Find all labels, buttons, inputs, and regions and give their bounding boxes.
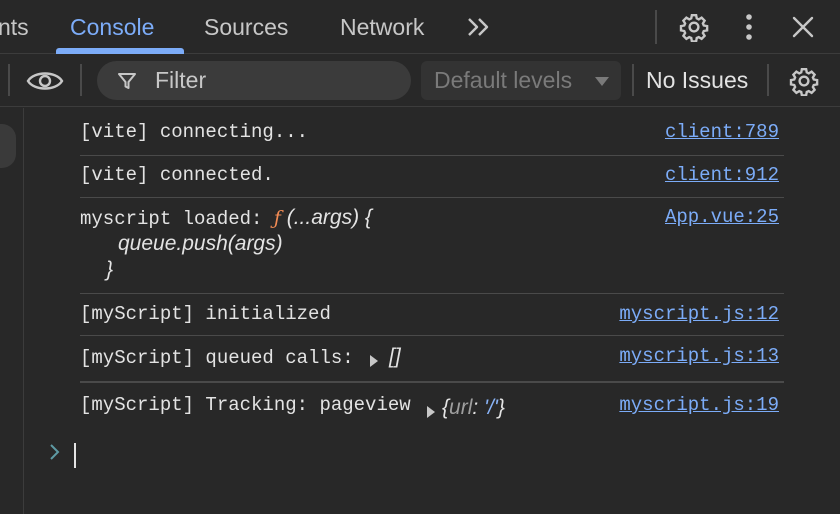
message-source-link[interactable]: client:789 <box>665 121 779 143</box>
console-message: [myScript] queued calls: [] myscript.js:… <box>80 336 784 382</box>
separator <box>80 64 82 96</box>
separator <box>655 10 657 44</box>
log-levels-label: Default levels <box>434 67 573 93</box>
message-text: [myScript] queued calls: [] <box>80 345 401 369</box>
message-source-link[interactable]: myscript.js:19 <box>619 394 779 416</box>
console-settings-button[interactable] <box>786 63 822 99</box>
message-text: [myScript] initialized <box>80 303 331 325</box>
message-source-link[interactable]: myscript.js:12 <box>619 303 779 325</box>
console-toolbar: Default levels No Issues <box>0 55 840 107</box>
tab-label: Network <box>340 13 425 40</box>
message-text: [vite] connecting... <box>80 121 309 143</box>
tab-sources[interactable]: Sources <box>204 0 288 54</box>
console-message: [myScript] initialized myscript.js:12 <box>80 294 784 336</box>
chevrons-right-icon <box>468 18 489 36</box>
show-sidebar-button[interactable] <box>0 124 16 168</box>
filter-icon <box>118 73 136 89</box>
more-tabs-button[interactable] <box>462 10 496 44</box>
object-colon: : <box>472 396 485 419</box>
settings-button[interactable] <box>676 10 712 44</box>
kebab-menu-icon <box>746 14 752 40</box>
message-object: {url: '/'} <box>426 396 505 420</box>
tab-console[interactable]: Console <box>70 0 154 54</box>
prompt-chevron-icon <box>50 444 60 460</box>
message-text: myscript loaded: ƒ (...args) { <box>80 206 372 230</box>
separator <box>767 64 769 96</box>
function-body: queue.push(args) <box>118 232 283 255</box>
log-levels-dropdown[interactable]: Default levels <box>421 61 621 100</box>
gear-icon <box>679 13 709 42</box>
tab-label: nts <box>0 13 29 40</box>
message-label: [myScript] queued calls: <box>80 347 366 369</box>
message-source-link[interactable]: App.vue:25 <box>665 206 779 228</box>
object-key: url <box>449 396 473 419</box>
console-sidebar-gutter <box>0 108 24 514</box>
object-close-brace: } <box>497 396 505 419</box>
triangle-right-icon <box>427 406 435 418</box>
message-source-link[interactable]: client:912 <box>665 164 779 186</box>
object-open-brace: { <box>442 396 450 419</box>
message-prefix: myscript loaded: <box>80 208 274 230</box>
separator <box>8 64 10 96</box>
array-preview[interactable]: [] <box>389 345 401 368</box>
caret-down-icon <box>595 77 609 86</box>
expand-toggle[interactable] <box>426 398 442 420</box>
issues-counter[interactable]: No Issues <box>646 61 748 100</box>
tab-label: Console <box>70 13 155 40</box>
separator <box>632 64 634 96</box>
console-message: [myScript] Tracking: pageview {url: '/'}… <box>80 382 784 432</box>
message-source-link[interactable]: myscript.js:13 <box>619 345 779 367</box>
console-message: [vite] connected. client:912 <box>80 156 784 198</box>
console-message: [vite] connecting... client:789 <box>80 108 784 156</box>
triangle-right-icon <box>370 355 379 367</box>
console-message: myscript loaded: ƒ (...args) { queue.pus… <box>80 198 784 294</box>
console-input-cursor[interactable] <box>74 443 76 468</box>
function-signature: (...args) { <box>280 206 372 229</box>
message-text: [vite] connected. <box>80 164 274 186</box>
function-close-brace: } <box>106 258 114 281</box>
issues-label: No Issues <box>646 67 749 93</box>
gear-icon <box>789 67 819 96</box>
filter-input[interactable] <box>153 61 393 100</box>
tab-label: Sources <box>204 13 289 40</box>
object-value: '/' <box>484 396 498 419</box>
devtools-tab-bar: nts Console Sources Network <box>0 0 840 54</box>
expand-toggle[interactable] <box>365 347 381 369</box>
eye-icon <box>26 72 64 90</box>
more-options-button[interactable] <box>734 10 764 44</box>
function-keyword: ƒ <box>273 207 281 229</box>
close-icon <box>792 16 814 38</box>
active-tab-indicator <box>56 48 184 54</box>
filter-box[interactable] <box>97 61 411 100</box>
live-expression-button[interactable] <box>24 63 66 99</box>
tab-elements[interactable]: nts <box>0 0 29 54</box>
close-devtools-button[interactable] <box>786 10 820 44</box>
message-label: [myScript] Tracking: pageview <box>80 394 411 416</box>
tab-network[interactable]: Network <box>340 0 424 54</box>
divider <box>80 382 784 383</box>
